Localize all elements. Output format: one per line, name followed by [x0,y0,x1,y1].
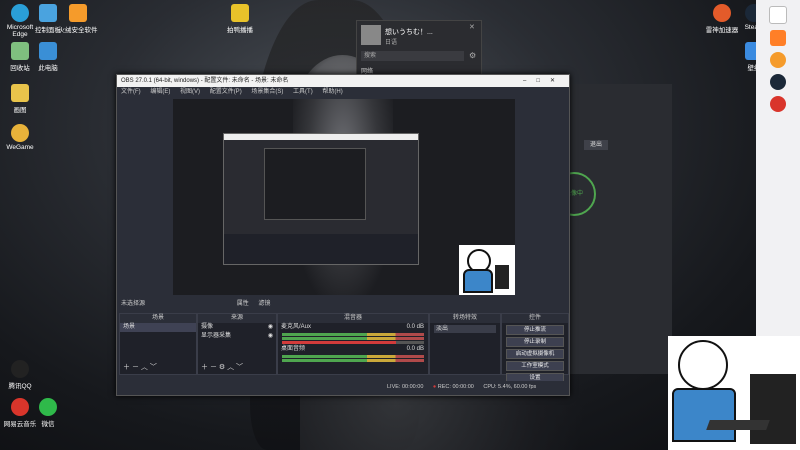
transitions-dock: 转场特效 淡出 [429,313,501,375]
menu-profile[interactable]: 配置文件(P) [210,89,242,95]
menu-tools[interactable]: 工具(T) [293,89,313,95]
close-icon[interactable]: ✕ [550,78,565,84]
minimize-icon[interactable]: – [523,78,536,84]
paint-icon [11,84,29,102]
maximize-icon[interactable]: □ [536,78,550,84]
source-item[interactable]: 显示器采集 ◉ [198,332,276,341]
netease-music-icon [11,398,29,416]
virtual-camera-button[interactable]: 启动虚拟摄像机 [506,349,564,359]
exit-button[interactable]: 退出 [584,140,608,150]
close-icon[interactable]: ✕ [469,23,475,31]
sources-dock: 来源 摄像 ◉ 显示器采集 ◉ ＋ － ⚙ ︿ ﹀ [197,313,277,375]
mixer-track-mic: 麦克风/Aux 0.0 dB [281,324,424,330]
transition-select[interactable]: 淡出 [434,325,496,333]
webcam-cartoon-overlay [668,336,800,450]
mic-meter [282,337,424,340]
control-panel-icon [39,4,57,22]
menu-edit[interactable]: 编辑(E) [150,89,170,95]
obs-window[interactable]: OBS 27.0.1 (64-bit, windows) - 配置文件: 未命名… [116,74,570,396]
mic-volume-slider[interactable] [282,341,424,344]
taskbar-app-icon[interactable] [770,30,786,46]
obs-statusbar: LIVE: 00:00:00 ● REC: 00:00:00 CPU: 5.4%… [117,381,569,393]
desktop-meter [282,359,424,362]
mixer-track-desktop: 桌面音频 0.0 dB [281,346,424,352]
add-source-button[interactable]: ＋ － ⚙ ︿ ﹀ [201,362,243,372]
album-cover [361,25,381,45]
eye-icon[interactable]: ◉ [268,323,273,332]
desktop-icon-huorong[interactable]: 火绒安全软件 [58,4,98,34]
recycle-bin-icon [11,42,29,60]
stop-recording-button[interactable]: 停止录制 [506,337,564,347]
eye-icon[interactable]: ◉ [268,332,273,341]
huorong-icon [69,4,87,22]
filters-button[interactable]: 滤镜 [258,301,270,307]
obs-title: OBS 27.0.1 (64-bit, windows) - 配置文件: 未命名… [121,78,289,84]
controls-dock: 控件 停止推流 停止录制 启动虚拟摄像机 工作室模式 设置 [501,313,569,383]
desktop-icon-this-pc[interactable]: 此电脑 [28,42,68,72]
add-scene-button[interactable]: ＋ － ︿ ﹀ [123,362,157,372]
background-app-window: 退出 录像中 [552,84,672,374]
app-icon [231,4,249,22]
scene-item[interactable]: 场景 [120,323,196,332]
search-input[interactable]: 搜索 [361,51,464,61]
scenes-dock: 场景 场景 ＋ － ︿ ﹀ [119,313,197,375]
leishen-icon [713,4,731,22]
desktop-meter [282,355,424,358]
stop-streaming-button[interactable]: 停止推流 [506,325,564,335]
song-title: 想いうちむ！... [385,29,433,36]
huorong-taskbar-icon[interactable] [770,52,786,68]
desktop-icon-qq[interactable]: 腾讯QQ [0,360,40,390]
this-pc-icon [39,42,57,60]
wegame-icon [11,124,29,142]
desktop-icon-wegame[interactable]: WeGame [0,124,40,151]
menu-scene-collection[interactable]: 场景集合(S) [251,89,283,95]
mic-meter [282,333,424,336]
edge-icon [11,4,29,22]
preview-webcam-cartoon [459,245,515,295]
obs-menubar: 文件(F) 编辑(E) 视图(V) 配置文件(P) 场景集合(S) 工具(T) … [117,87,569,97]
studio-mode-button[interactable]: 工作室模式 [506,361,564,371]
cpu-status: CPU: 5.4%, 60.00 fps [483,384,537,390]
menu-help[interactable]: 帮助(H) [322,89,342,95]
gear-icon[interactable]: ⚙ [469,51,476,60]
no-source-label: 未选择源 [121,301,146,307]
menu-file[interactable]: 文件(F) [121,89,141,95]
rec-status: REC: 00:00:00 [437,384,474,390]
source-toolbar: 未选择源 属性 滤镜 [117,299,569,309]
music-widget[interactable]: 想いうちむ！... 日语 ✕ 搜索 ⚙ 网络 [356,20,482,78]
steam-taskbar-icon[interactable] [770,74,786,90]
mixer-dock: 混音器 麦克风/Aux 0.0 dB 桌面音频 0.0 dB [277,313,429,375]
song-meta: 日语 [385,40,398,46]
obs-titlebar: OBS 27.0.1 (64-bit, windows) - 配置文件: 未命名… [117,75,569,87]
obs-preview[interactable] [173,99,515,295]
nested-preview [223,133,419,265]
source-item[interactable]: 摄像 ◉ [198,323,276,332]
menu-view[interactable]: 视图(V) [180,89,200,95]
desktop-icon-paint[interactable]: 画图 [0,84,40,114]
desktop-icon-wechat[interactable]: 微信 [28,398,68,428]
windows-start-icon[interactable] [769,6,787,24]
live-status: LIVE: 00:00:00 [387,384,424,390]
wechat-icon [39,398,57,416]
desktop-icon-app[interactable]: 拍鸭播播 [220,4,260,34]
qq-icon [11,360,29,378]
netease-taskbar-icon[interactable] [770,96,786,112]
properties-button[interactable]: 属性 [237,301,249,307]
